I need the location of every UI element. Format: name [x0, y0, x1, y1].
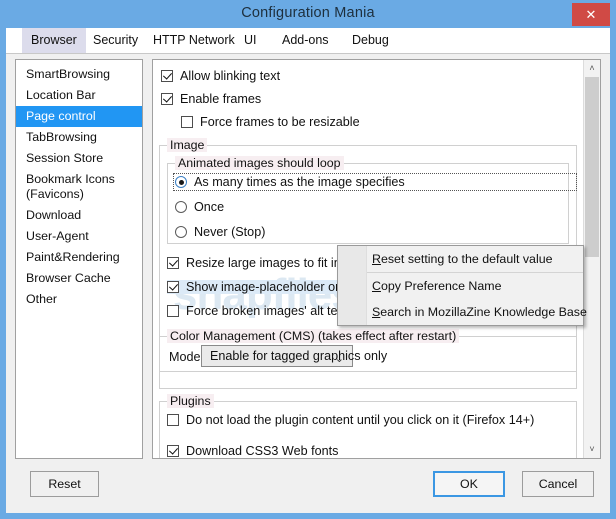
checkbox-icon	[167, 281, 179, 293]
checkbox-icon	[167, 257, 179, 269]
configuration-mania-window: Configuration Mania ✕ Browser Security H…	[0, 0, 616, 519]
checkbox-icon	[161, 70, 173, 82]
accelerator-letter: R	[372, 252, 381, 266]
cancel-button[interactable]: Cancel	[522, 471, 594, 497]
sidebar-item-page-control[interactable]: Page control	[16, 106, 142, 127]
checkbox-click-to-play-plugins[interactable]: Do not load the plugin content until you…	[167, 413, 534, 427]
radio-icon	[175, 226, 187, 238]
tab-bar: Browser Security HTTP Network UI Add-ons…	[6, 28, 610, 54]
group-color-management-label: Color Management (CMS) (takes effect aft…	[167, 329, 459, 343]
sidebar-item-user-agent[interactable]: User-Agent	[16, 226, 142, 247]
scroll-down-icon[interactable]: ˅	[584, 441, 600, 458]
context-menu-item-label: eset setting to the default value	[381, 252, 553, 266]
radio-icon	[175, 201, 187, 213]
checkbox-enable-frames[interactable]: Enable frames	[161, 92, 261, 106]
radio-loop-once[interactable]: Once	[175, 200, 224, 214]
group-animated-loop-label: Animated images should loop	[175, 156, 344, 170]
checkbox-label: Allow blinking text	[180, 69, 280, 83]
checkbox-label: Enable frames	[180, 92, 261, 106]
context-menu-item-copy-preference-name[interactable]: Copy Preference Name	[338, 273, 583, 299]
tab-security[interactable]: Security	[84, 28, 147, 53]
checkbox-icon	[167, 305, 179, 317]
radio-loop-as-many-times[interactable]: As many times as the image specifies	[175, 175, 575, 189]
chevron-down-icon: ⌄	[335, 349, 344, 369]
body-split: SmartBrowsing Location Bar Page control …	[6, 54, 610, 486]
context-menu-item-reset-setting[interactable]: Reset setting to the default value	[338, 246, 583, 272]
checkbox-icon	[181, 116, 193, 128]
radio-label: Never (Stop)	[194, 225, 265, 239]
sidebar-item-location-bar[interactable]: Location Bar	[16, 85, 142, 106]
scrollbar-thumb[interactable]	[585, 77, 599, 257]
checkbox-allow-blinking-text[interactable]: Allow blinking text	[161, 69, 280, 83]
group-plugins-label: Plugins	[167, 394, 214, 408]
cms-mode-select[interactable]: Enable for tagged graphics only ⌄	[201, 345, 353, 367]
radio-label: Once	[194, 200, 224, 214]
radio-loop-never[interactable]: Never (Stop)	[175, 225, 265, 239]
checkbox-label: Do not load the plugin content until you…	[186, 413, 534, 427]
cms-mode-label: Mode	[169, 350, 201, 364]
checkbox-icon	[167, 445, 179, 457]
checkbox-icon	[167, 414, 179, 426]
ok-button[interactable]: OK	[433, 471, 505, 497]
tab-ui[interactable]: UI	[235, 28, 266, 53]
context-menu: Reset setting to the default value Copy …	[337, 245, 584, 326]
tab-debug[interactable]: Debug	[343, 28, 398, 53]
checkbox-force-frames-resizable[interactable]: Force frames to be resizable	[181, 115, 360, 129]
radio-icon	[175, 176, 187, 188]
context-menu-item-search-mozillazine[interactable]: Search in MozillaZine Knowledge Base	[338, 299, 583, 325]
scroll-up-icon[interactable]: ˄	[584, 60, 600, 77]
tab-browser[interactable]: Browser	[22, 28, 86, 53]
sidebar-item-tabbrowsing[interactable]: TabBrowsing	[16, 127, 142, 148]
settings-scrollbar[interactable]: ˄ ˅	[583, 60, 600, 458]
tab-http-network[interactable]: HTTP Network	[144, 28, 244, 53]
sidebar-item-session-store[interactable]: Session Store	[16, 148, 142, 169]
sidebar-item-download[interactable]: Download	[16, 205, 142, 226]
accelerator-letter: C	[372, 279, 381, 293]
checkbox-download-css3-web-fonts[interactable]: Download CSS3 Web fonts	[167, 444, 338, 458]
group-image-label: Image	[167, 138, 207, 152]
sidebar-item-browser-cache[interactable]: Browser Cache	[16, 268, 142, 289]
checkbox-label: Download CSS3 Web fonts	[186, 444, 338, 458]
sidebar-item-other[interactable]: Other	[16, 289, 142, 310]
tab-add-ons[interactable]: Add-ons	[273, 28, 338, 53]
sidebar-item-smartbrowsing[interactable]: SmartBrowsing	[16, 64, 142, 85]
dialog-footer: Reset OK Cancel	[6, 457, 610, 513]
window-client-area: Browser Security HTTP Network UI Add-ons…	[6, 28, 610, 513]
close-icon[interactable]: ✕	[572, 3, 610, 26]
context-menu-item-label: opy Preference Name	[381, 279, 502, 293]
sidebar-item-paint-rendering[interactable]: Paint&Rendering	[16, 247, 142, 268]
reset-button[interactable]: Reset	[30, 471, 99, 497]
context-menu-item-label: earch in MozillaZine Knowledge Base	[380, 305, 587, 319]
title-bar: Configuration Mania ✕	[0, 0, 616, 28]
window-title: Configuration Mania	[0, 5, 616, 21]
radio-label: As many times as the image specifies	[194, 175, 405, 189]
category-sidebar: SmartBrowsing Location Bar Page control …	[15, 59, 143, 459]
checkbox-label: Force frames to be resizable	[200, 115, 360, 129]
cms-mode-value: Enable for tagged graphics only	[210, 349, 387, 363]
sidebar-item-bookmark-icons[interactable]: Bookmark Icons (Favicons)	[16, 169, 142, 205]
checkbox-icon	[161, 93, 173, 105]
